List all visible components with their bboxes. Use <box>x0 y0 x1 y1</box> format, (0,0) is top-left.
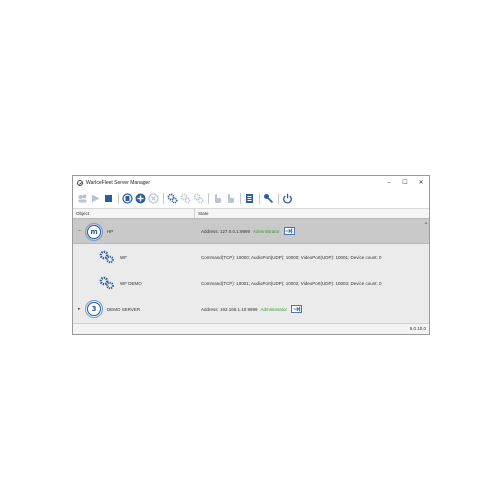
version-label: 5.0.10.0 <box>409 326 426 331</box>
key-icon[interactable] <box>263 193 274 204</box>
server-tree-list: – m HP Address: 127.0.0.1:9999 Administr… <box>73 218 429 325</box>
toolbar-separator <box>278 193 279 204</box>
device-row-wf-demo[interactable]: WF DEMO Command(TCP): 10001; AudioPort(U… <box>73 270 429 296</box>
toolbar-separator <box>118 193 119 204</box>
maximize-button[interactable]: ☐ <box>397 176 413 189</box>
collapse-toggle[interactable]: – <box>78 228 81 234</box>
server-icon[interactable] <box>122 193 133 204</box>
add-icon[interactable] <box>135 193 146 204</box>
server-row-hp[interactable]: – m HP Address: 127.0.0.1:9999 Administr… <box>73 218 429 244</box>
server-name: HP <box>107 228 114 234</box>
login-button[interactable] <box>291 305 303 313</box>
device-row-wf[interactable]: WF Command(TCP): 10000; AudioPort(UDP): … <box>73 244 429 270</box>
server-address: Address: 127.0.0.1:9999 <box>201 228 251 234</box>
server-manager-window: WarIceFleet Server Manager – ☐ ✕ Object … <box>72 175 430 335</box>
server-name: DEMO SERVER <box>107 306 141 312</box>
toolbar <box>73 189 429 209</box>
power-icon[interactable] <box>282 193 293 204</box>
status-bar: 5.0.10.0 <box>73 323 429 334</box>
remove-icon[interactable] <box>148 193 159 204</box>
server-state: Address: 127.0.0.1:9999 Administrator <box>201 227 295 235</box>
server-state: Address: 192.168.1.10:9999 Administrator <box>201 305 303 313</box>
toolbar-separator <box>259 193 260 204</box>
server-address: Address: 192.168.1.10:9999 <box>201 306 258 312</box>
login-arrow-icon <box>285 228 293 234</box>
gear-minus-icon[interactable] <box>193 193 204 204</box>
gears-icon <box>99 276 115 290</box>
window-title: WarIceFleet Server Manager <box>86 179 151 186</box>
server-logo-icon: 3 <box>87 302 101 316</box>
close-button[interactable]: ✕ <box>413 176 429 189</box>
log-icon[interactable] <box>244 193 255 204</box>
gear-icon[interactable] <box>167 193 178 204</box>
toolbar-separator <box>163 193 164 204</box>
gears-icon <box>99 250 115 264</box>
toolbar-separator <box>240 193 241 204</box>
login-button[interactable] <box>283 227 295 235</box>
app-logo-icon <box>77 179 83 186</box>
stop-icon[interactable] <box>103 193 114 204</box>
column-header-state[interactable]: State <box>195 211 209 216</box>
hand-pointer-icon[interactable] <box>212 193 223 204</box>
role-badge: Administrator <box>260 306 288 312</box>
device-name: WF DEMO <box>120 280 142 286</box>
hand-pointer-alt-icon[interactable] <box>225 193 236 204</box>
login-arrow-icon <box>293 306 300 312</box>
users-icon[interactable] <box>77 193 88 204</box>
minimize-button[interactable]: – <box>381 176 397 189</box>
play-icon[interactable] <box>90 193 101 204</box>
expand-toggle[interactable]: ▸ <box>78 306 81 312</box>
gear-plus-icon[interactable] <box>180 193 191 204</box>
server-logo-icon: m <box>87 225 101 239</box>
role-badge: Administrator <box>253 228 280 234</box>
toolbar-separator <box>208 193 209 204</box>
server-row-demo-server[interactable]: ▸ 3 DEMO SERVER Address: 192.168.1.10:99… <box>73 296 429 322</box>
window-controls: – ☐ ✕ <box>381 176 429 189</box>
device-state: Command(TCP): 10001; AudioPort(UDP): 100… <box>201 280 382 286</box>
title-bar: WarIceFleet Server Manager – ☐ ✕ <box>73 176 429 189</box>
column-header-object[interactable]: Object <box>73 209 195 218</box>
scroll-up-arrow-icon[interactable]: ▲ <box>424 220 428 225</box>
device-state: Command(TCP): 10000; AudioPort(UDP): 100… <box>201 254 382 260</box>
device-name: WF <box>120 254 127 260</box>
